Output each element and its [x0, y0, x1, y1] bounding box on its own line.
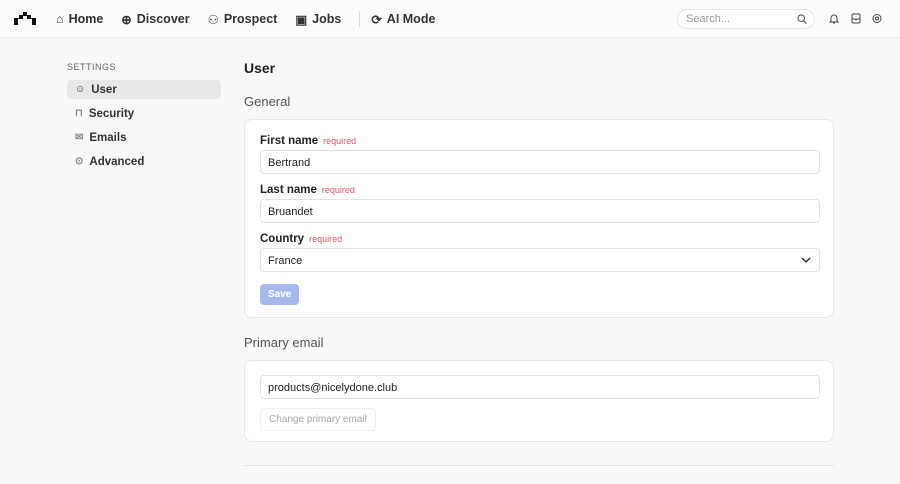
nav-prospect[interactable]: ⚇ Prospect — [208, 12, 278, 27]
page-title: User — [244, 60, 276, 76]
sidebar-item-security[interactable]: ⊓ Security — [67, 104, 221, 123]
mail-icon: ✉ — [75, 132, 84, 143]
general-heading: General — [244, 94, 291, 109]
bell-icon[interactable] — [829, 13, 839, 24]
primary-email-card: products@nicelydone.club Change primary … — [244, 360, 834, 442]
last-name-label: Last name required — [260, 184, 355, 196]
nav-jobs[interactable]: ▣ Jobs — [295, 12, 341, 27]
sidebar-heading: SETTINGS — [67, 62, 117, 72]
user-icon: ☺ — [75, 84, 86, 95]
sidebar-item-advanced[interactable]: ⊙ Advanced — [67, 152, 221, 171]
search-input[interactable]: Search... — [677, 9, 815, 29]
home-icon: ⌂ — [56, 12, 64, 26]
search-icon — [797, 14, 807, 24]
primary-email-heading: Primary email — [244, 335, 324, 350]
ai-icon: ⟳ — [371, 12, 382, 27]
briefcase-icon: ▣ — [295, 12, 308, 27]
nav-discover[interactable]: ⊕ Discover — [121, 12, 189, 27]
country-select[interactable]: France — [260, 248, 820, 272]
logo-icon[interactable] — [14, 12, 36, 25]
first-name-label: First name required — [260, 135, 357, 147]
nav-home[interactable]: ⌂ Home — [56, 12, 103, 26]
email-input[interactable]: products@nicelydone.club — [260, 375, 820, 399]
nav-ai-mode[interactable]: ⟳ AI Mode — [371, 12, 435, 27]
top-bar: ⌂ Home ⊕ Discover ⚇ Prospect ▣ Jobs ⟳ AI Mode… — [0, 0, 900, 38]
nav-divider — [359, 11, 361, 27]
lock-icon: ⊓ — [75, 108, 83, 119]
main-nav: ⌂ Home ⊕ Discover ⚇ Prospect ▣ Jobs ⟳ AI Mode — [56, 0, 453, 38]
sidebar-item-user[interactable]: ☺ User — [67, 80, 221, 99]
gear-icon[interactable] — [872, 13, 882, 24]
last-name-input[interactable]: Bruandet — [260, 199, 820, 223]
divider — [244, 465, 834, 466]
users-icon: ⚇ — [207, 12, 219, 27]
general-card: First name required Bertrand Last name req… — [244, 119, 834, 318]
sidebar-item-emails[interactable]: ✉ Emails — [67, 128, 221, 147]
globe-icon: ⊕ — [121, 12, 132, 27]
inbox-icon[interactable] — [851, 13, 861, 24]
first-name-input[interactable]: Bertrand — [260, 150, 820, 174]
settings-sidebar: SETTINGS ☺ User ⊓ Security ✉ Emails ⊙ Advanc… — [67, 62, 221, 176]
change-primary-email-button[interactable]: Change primary email — [260, 408, 376, 431]
save-button[interactable]: Save — [260, 284, 300, 305]
chevron-down-icon — [801, 257, 811, 263]
country-label: Country required — [260, 233, 343, 245]
advanced-icon: ⊙ — [75, 156, 84, 167]
